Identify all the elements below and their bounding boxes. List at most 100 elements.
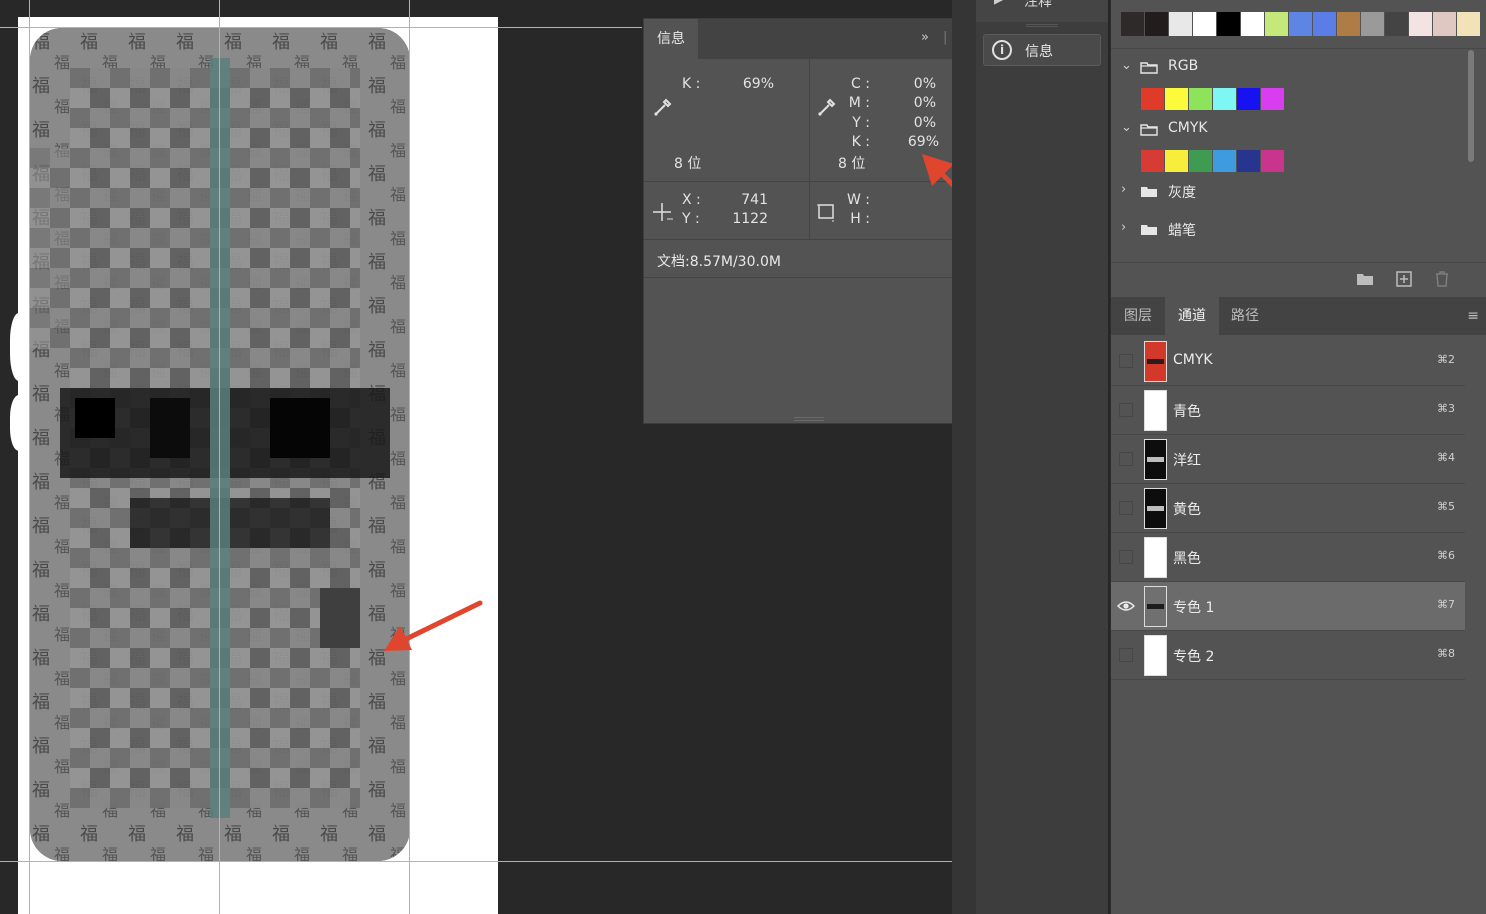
photoshop-window: 福 福: [0, 0, 1486, 914]
swatch-group-grayscale[interactable]: › 灰度: [1111, 176, 1465, 206]
color-swatch[interactable]: [1385, 12, 1408, 36]
swatch-group-cmyk[interactable]: ⌄ CMYK: [1111, 114, 1465, 144]
color-swatch[interactable]: [1189, 88, 1212, 110]
color-swatch[interactable]: [1121, 12, 1144, 36]
swatch-group-name: RGB: [1168, 58, 1199, 74]
guide-horizontal[interactable]: [0, 27, 642, 28]
swatch-group-name: 蜡笔: [1168, 223, 1196, 239]
c-label: C :: [851, 76, 870, 92]
color-swatch[interactable]: [1165, 88, 1188, 110]
color-swatch[interactable]: [1165, 150, 1188, 172]
phone-case-artwork[interactable]: 福 福: [30, 28, 410, 861]
color-swatch[interactable]: [1213, 88, 1236, 110]
right-panel-column: ⌄ RGB ⌄ CMYK › 灰度 › 蜡笔 图层 通道 路径 ≡ CMYK ⌘…: [1110, 0, 1486, 914]
color-swatch[interactable]: [1193, 12, 1216, 36]
visibility-toggle[interactable]: [1119, 403, 1133, 417]
chevron-down-icon[interactable]: ⌄: [1121, 120, 1132, 135]
new-group-icon[interactable]: [1356, 271, 1374, 287]
channel-row[interactable]: 专色 1 ⌘7: [1111, 582, 1465, 631]
dock-info-button[interactable]: i 信息: [983, 34, 1101, 66]
color-swatch[interactable]: [1361, 12, 1384, 36]
color-swatch[interactable]: [1457, 12, 1480, 36]
visibility-toggle[interactable]: [1119, 648, 1133, 662]
swatch-group-pastel[interactable]: › 蜡笔: [1111, 214, 1465, 244]
color-swatch[interactable]: [1433, 12, 1456, 36]
channel-row[interactable]: 青色 ⌘3: [1111, 386, 1465, 435]
swatch-group-name: 灰度: [1168, 185, 1196, 201]
resize-grip[interactable]: [794, 417, 824, 421]
channel-shortcut: ⌘5: [1437, 500, 1455, 513]
channel-row[interactable]: 黄色 ⌘5: [1111, 484, 1465, 533]
swatches-scrollbar[interactable]: [1468, 50, 1474, 162]
color-swatch[interactable]: [1289, 12, 1312, 36]
tab-paths[interactable]: 路径: [1219, 297, 1271, 335]
color-swatch[interactable]: [1241, 12, 1264, 36]
chevron-right-icon[interactable]: ›: [1121, 220, 1126, 235]
info-circle-icon: i: [992, 40, 1012, 60]
channel-thumbnail: [1144, 586, 1167, 627]
crosshair-icon: [653, 203, 673, 221]
eyedropper-icon[interactable]: [816, 96, 838, 118]
visibility-toggle[interactable]: [1119, 354, 1133, 368]
color-swatch[interactable]: [1141, 150, 1164, 172]
double-chevron-icon[interactable]: »: [921, 30, 929, 45]
y-label: Y :: [682, 211, 700, 227]
visibility-toggle[interactable]: [1119, 550, 1133, 564]
color-swatch[interactable]: [1141, 88, 1164, 110]
swatches-footer: [1111, 262, 1486, 296]
color-swatch[interactable]: [1265, 12, 1288, 36]
channel-name: 专色 1: [1173, 600, 1215, 616]
color-swatch[interactable]: [1313, 12, 1336, 36]
color-swatch[interactable]: [1261, 150, 1284, 172]
color-swatch[interactable]: [1261, 88, 1284, 110]
document-size: 文档:8.57M/30.0M: [657, 254, 781, 270]
color-swatch[interactable]: [1237, 88, 1260, 110]
visibility-toggle[interactable]: [1119, 452, 1133, 466]
divider: |: [943, 30, 948, 45]
channel-row[interactable]: 专色 2 ⌘8: [1111, 631, 1465, 680]
hamburger-icon[interactable]: ≡: [1467, 308, 1479, 324]
color-swatch[interactable]: [1213, 150, 1236, 172]
tab-layers[interactable]: 图层: [1111, 297, 1165, 335]
channels-tab-bar: 图层 通道 路径 ≡: [1111, 297, 1486, 335]
guide-vertical[interactable]: [409, 0, 410, 914]
trash-icon[interactable]: [1433, 271, 1451, 287]
color-swatch[interactable]: [1217, 12, 1240, 36]
color-swatch[interactable]: [1409, 12, 1432, 36]
color-swatch[interactable]: [1189, 150, 1212, 172]
bit-depth: 8 位: [674, 156, 702, 172]
color-swatch[interactable]: [1169, 12, 1192, 36]
color-swatch[interactable]: [1337, 12, 1360, 36]
play-icon: ▶: [994, 0, 1004, 7]
channels-scrollbar[interactable]: [1466, 337, 1486, 914]
swatch-group-rgb[interactable]: ⌄ RGB: [1111, 52, 1465, 82]
visibility-toggle[interactable]: [1119, 501, 1133, 515]
guide-vertical[interactable]: [219, 0, 220, 914]
eyedropper-icon[interactable]: [652, 96, 674, 118]
folder-icon: [1141, 225, 1157, 235]
k-label: K :: [682, 76, 701, 92]
dock-grip[interactable]: [1026, 24, 1058, 27]
color-swatch[interactable]: [1237, 150, 1260, 172]
guide-horizontal[interactable]: [0, 861, 952, 862]
guide-vertical[interactable]: [29, 0, 30, 914]
color-swatch[interactable]: [1145, 12, 1168, 36]
chevron-down-icon[interactable]: ⌄: [1121, 58, 1132, 73]
channel-row[interactable]: 黑色 ⌘6: [1111, 533, 1465, 582]
eye-icon[interactable]: [1117, 597, 1135, 615]
y-label: Y :: [852, 115, 870, 131]
folder-icon: [1140, 124, 1158, 136]
new-swatch-icon[interactable]: [1395, 271, 1413, 287]
divider: [1111, 48, 1486, 49]
x-label: X :: [682, 192, 701, 208]
channel-shortcut: ⌘6: [1437, 549, 1455, 562]
dock-item-notes[interactable]: ▶ 注释: [976, 0, 1108, 22]
h-label: H :: [850, 211, 870, 227]
channel-row[interactable]: 洋红 ⌘4: [1111, 435, 1465, 484]
tab-channels[interactable]: 通道: [1165, 297, 1219, 335]
channel-row[interactable]: CMYK ⌘2: [1111, 337, 1465, 386]
chevron-right-icon[interactable]: ›: [1121, 182, 1126, 197]
tab-info[interactable]: 信息: [644, 19, 698, 59]
dock-info-label: 信息: [1025, 44, 1053, 60]
folder-icon: [1141, 187, 1157, 197]
